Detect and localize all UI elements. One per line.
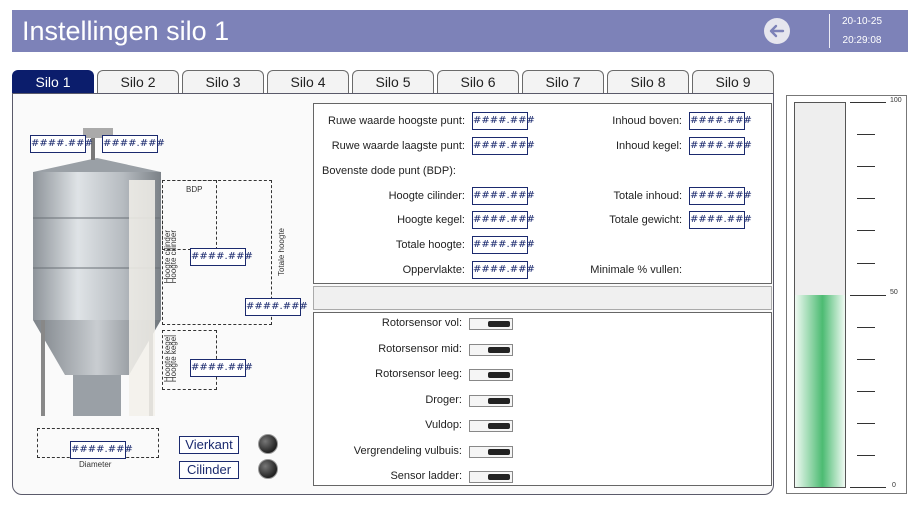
sensor-toggle-5[interactable] bbox=[469, 445, 513, 458]
tank-fill-level bbox=[795, 295, 845, 487]
tab-silo-8[interactable]: Silo 8 bbox=[607, 70, 689, 93]
toggle-knob bbox=[488, 474, 510, 480]
cylinder-indicator-lamp bbox=[258, 459, 278, 479]
scale-tick bbox=[857, 358, 875, 360]
tab-silo-3[interactable]: Silo 3 bbox=[182, 70, 264, 93]
square-indicator-lamp bbox=[258, 434, 278, 454]
settings-field-1[interactable]: ####.### bbox=[472, 137, 535, 155]
diameter-field[interactable]: ####.### bbox=[70, 441, 133, 459]
panel-separator bbox=[313, 286, 772, 310]
settings-right-field-3[interactable]: ####.### bbox=[689, 211, 752, 229]
diameter-label: Diameter bbox=[79, 460, 112, 469]
tab-silo-2[interactable]: Silo 2 bbox=[97, 70, 179, 93]
settings-right-label-3: Totale gewicht: bbox=[609, 214, 682, 226]
settings-field-0[interactable]: ####.### bbox=[472, 112, 535, 130]
settings-label-4: Hoogte kegel: bbox=[397, 214, 465, 226]
toggle-knob bbox=[488, 448, 510, 455]
top-right-field[interactable]: ####.### bbox=[102, 135, 165, 153]
back-button[interactable] bbox=[764, 18, 790, 44]
settings-label-6: Oppervlakte: bbox=[402, 264, 465, 276]
toggle-knob bbox=[488, 372, 510, 378]
cone-height-label-overlap: Hoogte kegel bbox=[169, 335, 178, 383]
scale-tick bbox=[857, 455, 875, 457]
silo-image bbox=[33, 120, 161, 420]
square-button[interactable]: Vierkant bbox=[179, 436, 239, 454]
scale-tick bbox=[857, 134, 875, 136]
time-display: 20:29:08 bbox=[842, 35, 882, 46]
page-title: Instellingen silo 1 bbox=[22, 16, 230, 46]
sensor-toggle-3[interactable] bbox=[469, 394, 513, 407]
tab-silo-4[interactable]: Silo 4 bbox=[267, 70, 349, 93]
scale-tick bbox=[857, 230, 875, 232]
sensor-label-5: Vergrendeling vulbuis: bbox=[353, 444, 462, 457]
sensor-toggle-2[interactable] bbox=[469, 369, 513, 381]
scale-mid-label: 50 bbox=[890, 289, 898, 296]
toggle-knob bbox=[488, 397, 510, 404]
settings-label-3: Hoogte cilinder: bbox=[388, 190, 465, 202]
settings-field-3[interactable]: ####.### bbox=[472, 187, 535, 205]
settings-right-label-4: Minimale % vullen: bbox=[590, 264, 682, 276]
sensor-toggle-0[interactable] bbox=[469, 318, 513, 330]
settings-label-1: Ruwe waarde laagste punt: bbox=[331, 140, 465, 152]
scale-tick bbox=[857, 166, 875, 168]
header-bar: Instellingen silo 1 20-10-25 20:29:08 bbox=[12, 10, 908, 52]
silo-illustration bbox=[33, 128, 161, 416]
toggle-knob bbox=[488, 321, 510, 327]
cylinder-button[interactable]: Cilinder bbox=[179, 461, 239, 479]
settings-field-4[interactable]: ####.### bbox=[472, 211, 535, 229]
tab-silo-6[interactable]: Silo 6 bbox=[437, 70, 519, 93]
sensor-toggle-1[interactable] bbox=[469, 343, 513, 356]
total-height-label: Totale hoogte bbox=[277, 228, 286, 277]
scale-tick bbox=[857, 390, 875, 392]
cone-height-field[interactable]: ####.### bbox=[190, 359, 253, 377]
tab-silo-1[interactable]: Silo 1 bbox=[12, 70, 94, 93]
toggle-knob bbox=[488, 346, 510, 353]
sensor-toggle-6[interactable] bbox=[469, 471, 513, 483]
scale-top-label: 100 bbox=[890, 97, 902, 104]
settings-right-field-2[interactable]: ####.### bbox=[689, 187, 752, 205]
settings-label-5: Totale hoogte: bbox=[395, 239, 465, 251]
arrow-left-icon bbox=[769, 24, 785, 38]
tank-level-bar bbox=[794, 102, 846, 488]
settings-right-label-1: Inhoud kegel: bbox=[615, 140, 682, 152]
scale-tick bbox=[857, 423, 875, 424]
settings-field-5[interactable]: ####.### bbox=[472, 236, 535, 254]
settings-right-label-2: Totale inhoud: bbox=[613, 190, 683, 202]
scale-tick bbox=[850, 487, 886, 489]
scale-tick bbox=[850, 102, 886, 103]
cylinder-height-field[interactable]: ####.### bbox=[190, 248, 253, 266]
scale-tick bbox=[857, 198, 875, 200]
bdp-label: BDP bbox=[186, 185, 203, 194]
scale-tick bbox=[857, 262, 875, 264]
total-height-field[interactable]: ####.### bbox=[245, 298, 308, 316]
header-divider bbox=[829, 14, 830, 48]
scale-bottom-label: 0 bbox=[892, 482, 896, 489]
scale-tick bbox=[850, 294, 886, 296]
sensor-label-3: Droger: bbox=[425, 393, 462, 406]
cylinder-height-label-overlap: Hoogte cilinder bbox=[169, 230, 178, 284]
settings-right-label-0: Inhoud boven: bbox=[612, 115, 682, 127]
top-left-field[interactable]: ####.### bbox=[30, 135, 93, 153]
sensor-label-2: Rotorsensor leeg: bbox=[375, 368, 462, 380]
sensor-toggle-4[interactable] bbox=[469, 420, 513, 432]
settings-label-2: Bovenste dode punt (BDP): bbox=[322, 165, 456, 177]
sensor-label-0: Rotorsensor vol: bbox=[381, 317, 462, 329]
tab-silo-5[interactable]: Silo 5 bbox=[352, 70, 434, 93]
tab-silo-7[interactable]: Silo 7 bbox=[522, 70, 604, 93]
sensor-label-1: Rotorsensor mid: bbox=[378, 342, 462, 355]
settings-right-field-1[interactable]: ####.### bbox=[689, 137, 752, 155]
date-display: 20-10-25 bbox=[841, 16, 883, 27]
sensor-label-4: Vuldop: bbox=[425, 419, 462, 431]
settings-field-6[interactable]: ####.### bbox=[472, 261, 535, 279]
settings-right-field-0[interactable]: ####.### bbox=[689, 112, 752, 130]
scale-tick bbox=[857, 326, 875, 328]
tab-silo-9[interactable]: Silo 9 bbox=[692, 70, 774, 93]
sensor-label-6: Sensor ladder: bbox=[390, 470, 462, 482]
settings-label-0: Ruwe waarde hoogste punt: bbox=[328, 115, 465, 127]
toggle-knob bbox=[488, 423, 510, 429]
